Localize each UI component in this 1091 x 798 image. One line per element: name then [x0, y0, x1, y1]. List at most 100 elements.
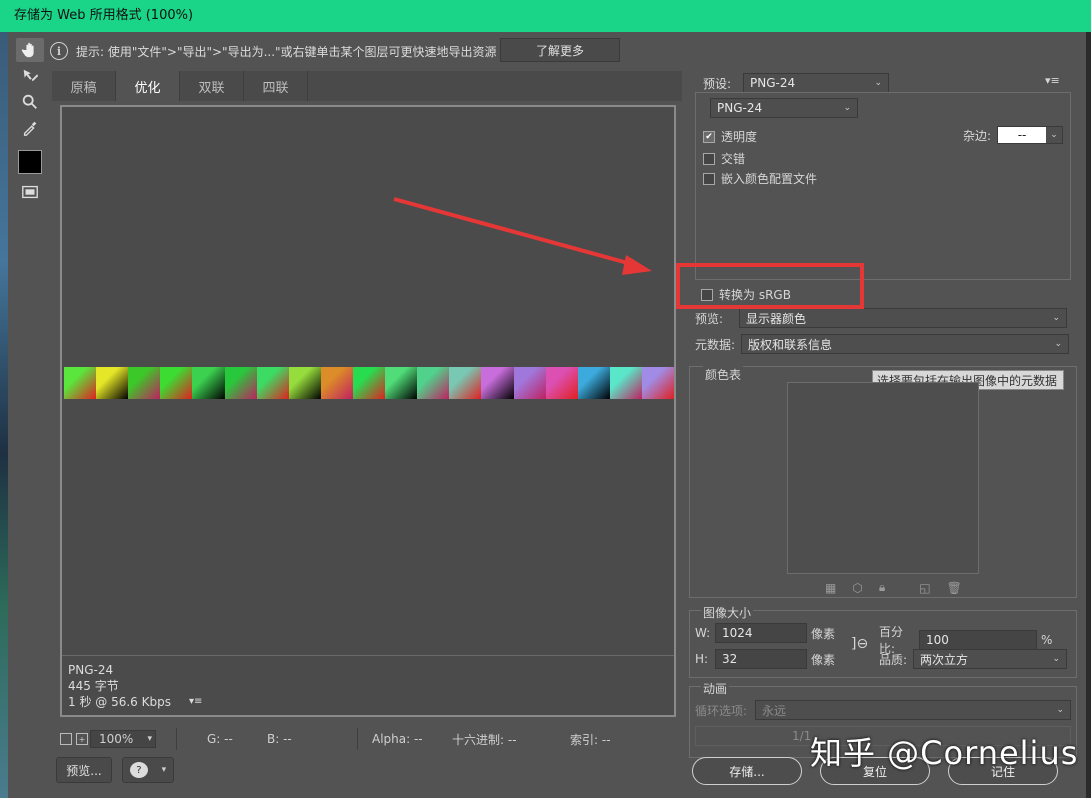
preview-color-select[interactable]: 显示器颜色 ⌄: [739, 308, 1067, 328]
width-unit: 像素: [811, 626, 836, 641]
width-input[interactable]: 1024: [715, 623, 807, 643]
preview-image-tile: [577, 367, 610, 399]
hand-tool[interactable]: [16, 38, 44, 62]
zoom-tool[interactable]: [16, 90, 44, 114]
color-table-title: 颜色表: [703, 366, 744, 383]
metadata-select[interactable]: 版权和联系信息 ⌄: [741, 334, 1069, 354]
transparency-checkbox[interactable]: ✔: [703, 130, 715, 143]
preview-button[interactable]: 预览...: [56, 757, 112, 783]
percent-input[interactable]: 100: [919, 630, 1037, 650]
metadata-value: 版权和联系信息: [748, 337, 833, 352]
slice-select-tool[interactable]: [16, 64, 44, 88]
chevron-down-icon: ⌄: [843, 103, 851, 113]
chevron-down-icon: ⌄: [1052, 654, 1060, 664]
web-snap-icon[interactable]: ⬡: [852, 581, 862, 595]
embed-profile-checkbox[interactable]: [703, 172, 715, 185]
hint-text: 提示: 使用"文件">"导出">"导出为..."或右键单击某个图层可更快速地导出…: [76, 44, 497, 59]
green-readout: G: --: [207, 732, 233, 746]
tab-original[interactable]: 原稿: [52, 71, 116, 101]
window-title: 存储为 Web 所用格式 (100%): [0, 0, 1091, 32]
info-file-size: 445 字节: [68, 679, 119, 693]
map-transparent-icon[interactable]: ▦: [825, 581, 836, 595]
percent-unit: %: [1041, 633, 1053, 647]
preview-image-tile: [160, 367, 193, 399]
eyedropper-color-swatch[interactable]: [18, 150, 42, 174]
chevron-down-icon: ⌄: [874, 78, 883, 88]
browser-icon: ?: [129, 762, 148, 778]
srgb-highlight-box: [676, 263, 864, 309]
hint-bar: i 提示: 使用"文件">"导出">"导出为..."或右键单击某个图层可更快速地…: [50, 38, 1074, 64]
preview-area: PNG-24 445 字节 1 秒 @ 56.6 Kbps ▾≡: [52, 101, 682, 721]
learn-more-button[interactable]: 了解更多: [500, 38, 620, 62]
preview-image-tile: [288, 367, 321, 399]
interlaced-checkbox[interactable]: [703, 152, 715, 165]
interlaced-option[interactable]: 交错: [703, 150, 745, 167]
frame-counter: 1/1: [792, 729, 812, 743]
optimized-info: PNG-24 445 字节 1 秒 @ 56.6 Kbps ▾≡: [62, 655, 674, 715]
tab-optimized[interactable]: 优化: [116, 71, 180, 101]
annotation-arrow: [393, 197, 652, 275]
image-size-title: 图像大小: [701, 604, 754, 621]
preview-image-tile: [256, 367, 289, 399]
tab-2-up[interactable]: 双联: [180, 71, 244, 101]
matte-select[interactable]: -- ⌄: [997, 126, 1064, 144]
preview-image-tile: [481, 367, 514, 399]
eyedropper-icon: [23, 121, 37, 136]
preview-image-tile: [128, 367, 161, 399]
zoom-select[interactable]: 100% ▾: [90, 730, 156, 748]
chevron-down-icon: ⌄: [1046, 127, 1063, 143]
zoom-out-icon[interactable]: [60, 733, 72, 745]
preview-label: 预览:: [695, 311, 724, 326]
speed-menu-icon[interactable]: ▾≡: [189, 694, 202, 710]
new-color-icon[interactable]: ◱: [919, 581, 930, 595]
info-download-speed: 1 秒 @ 56.6 Kbps: [68, 695, 171, 709]
slice-visibility-icon: [22, 185, 38, 199]
preview-image-tile: [641, 367, 675, 399]
status-bar: + 100% ▾ G: -- B: -- Alpha: -- 十六进制: -- 索…: [52, 726, 682, 752]
file-format-select[interactable]: PNG-24 ⌄: [710, 98, 858, 118]
preset-select[interactable]: PNG-24 ⌄: [743, 73, 890, 93]
preview-image-tile: [385, 367, 418, 399]
eyedropper-tool[interactable]: [16, 116, 44, 140]
preset-value: PNG-24: [750, 76, 796, 90]
link-dimensions-icon[interactable]: ]⊖: [851, 636, 868, 652]
color-table: [787, 382, 979, 574]
zoom-in-icon[interactable]: +: [76, 733, 88, 745]
preview-image-tile: [224, 367, 257, 399]
view-tabs: 原稿 优化 双联 四联: [52, 71, 682, 101]
quality-label: 品质:: [879, 652, 908, 667]
height-unit: 像素: [811, 652, 836, 667]
lock-color-icon[interactable]: 🔒︎: [879, 580, 885, 595]
desktop-background-left: [0, 32, 8, 798]
loop-value: 永远: [762, 703, 787, 718]
hex-readout: 十六进制: --: [452, 732, 517, 747]
preset-label: 预设:: [703, 76, 732, 91]
preview-image-tile: [513, 367, 546, 399]
alpha-readout: Alpha: --: [372, 732, 423, 746]
browser-preview-select[interactable]: ? ▾: [122, 757, 174, 783]
tab-4-up[interactable]: 四联: [244, 71, 308, 101]
zoom-value: 100%: [99, 732, 134, 746]
preview-image-tile: [192, 367, 225, 399]
chevron-down-icon: ⌄: [1056, 705, 1064, 715]
delete-color-icon[interactable]: 🗑︎: [947, 581, 962, 595]
index-readout: 索引: --: [570, 732, 611, 747]
embed-profile-option[interactable]: 嵌入颜色配置文件: [703, 170, 817, 187]
metadata-label: 元数据:: [695, 337, 736, 352]
animation-title: 动画: [701, 680, 730, 697]
chevron-down-icon: ⌄: [1052, 313, 1060, 323]
desktop-background-right: [1086, 32, 1091, 798]
panel-menu-icon[interactable]: ▾≡: [1045, 74, 1060, 87]
preview-image-tile: [449, 367, 482, 399]
chevron-down-icon: ▾: [147, 734, 152, 744]
height-input[interactable]: 32: [715, 649, 807, 669]
format-value: PNG-24: [717, 101, 763, 115]
preview-image-tile: [64, 367, 97, 399]
chevron-down-icon: ▾: [161, 765, 167, 775]
quality-select[interactable]: 两次立方 ⌄: [913, 649, 1067, 669]
preview-image-tile: [320, 367, 353, 399]
save-button[interactable]: 存储...: [692, 757, 802, 785]
chevron-down-icon: ⌄: [1054, 339, 1062, 349]
toggle-slices-tool[interactable]: [16, 180, 44, 204]
transparency-option[interactable]: ✔ 透明度: [703, 128, 757, 145]
